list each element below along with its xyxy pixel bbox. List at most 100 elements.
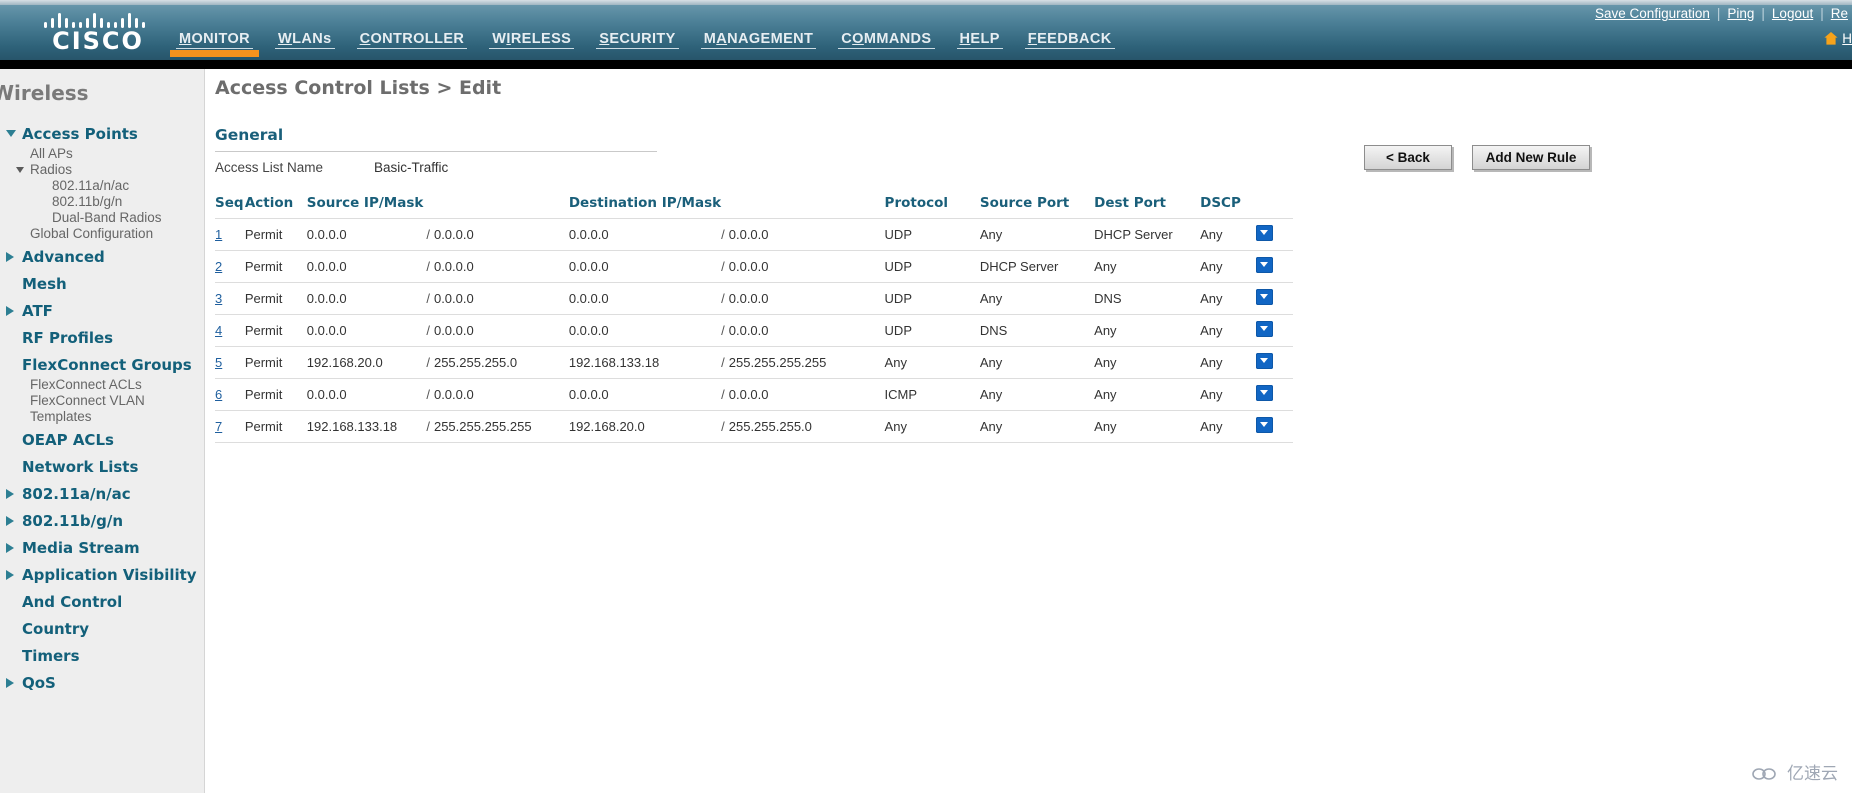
cell-source-mask: /0.0.0.0 — [426, 250, 569, 283]
sidebar-item-atf[interactable]: ATF — [0, 296, 205, 323]
sidebar-item-802-11b-g-n[interactable]: 802.11b/g/n — [0, 194, 205, 210]
sidebar-item-timers[interactable]: Timers — [0, 641, 205, 668]
nav-item-help[interactable]: HELP — [956, 31, 1003, 50]
sidebar-item-access-points[interactable]: Access Points — [0, 119, 205, 146]
cell-source-port: Any — [979, 346, 1095, 379]
chevron-down-icon[interactable] — [1255, 417, 1273, 433]
seq-link[interactable]: 6 — [215, 387, 222, 402]
nav-item-wireless[interactable]: WIRELESS — [489, 31, 575, 50]
main-navigation[interactable]: MONITOR WLANs CONTROLLER WIRELESS SECURITY MA… — [169, 31, 1137, 60]
chevron-down-icon[interactable] — [1255, 385, 1273, 401]
sidebar-item-label: And Control — [22, 593, 123, 611]
nav-item-controller[interactable]: CONTROLLER — [356, 31, 468, 50]
cell-row-menu — [1255, 218, 1293, 251]
top-link-re[interactable]: Re — [1831, 6, 1848, 21]
sidebar-item-radios[interactable]: Radios — [0, 162, 205, 178]
chevron-down-icon[interactable] — [1255, 321, 1273, 337]
top-link-separator: | — [1761, 6, 1765, 21]
cell-action: Permit — [244, 250, 307, 283]
cell-dscp: Any — [1200, 250, 1256, 283]
sidebar-item-label: 802.11b/g/n — [52, 194, 123, 209]
sidebar-item-all-aps[interactable]: All APs — [0, 146, 205, 162]
nav-item-monitor[interactable]: MONITOR — [169, 31, 260, 57]
sidebar-item-rf-profiles[interactable]: RF Profiles — [0, 323, 205, 350]
chevron-down-icon[interactable] — [1255, 225, 1273, 241]
sidebar-item-label: Templates — [30, 409, 92, 424]
sidebar-item-label: Timers — [22, 647, 80, 665]
sidebar-item-country[interactable]: Country — [0, 614, 205, 641]
mask-separator: / — [721, 419, 725, 434]
top-link-save-configuration[interactable]: Save Configuration — [1595, 6, 1710, 21]
section-divider — [215, 151, 657, 152]
sidebar-item-qos[interactable]: QoS — [0, 668, 205, 695]
seq-link[interactable]: 1 — [215, 227, 222, 242]
sidebar-item-802-11a-n-ac[interactable]: 802.11a/n/ac — [0, 479, 205, 506]
table-row: 6 Permit 0.0.0.0/0.0.0.0 0.0.0.0/0.0.0.0 ICM… — [215, 378, 1293, 411]
chevron-down-icon[interactable] — [1255, 353, 1273, 369]
cell-action: Permit — [244, 314, 307, 347]
sidebar-item-802-11a-n-ac[interactable]: 802.11a/n/ac — [0, 178, 205, 194]
cell-protocol: UDP — [884, 250, 980, 283]
top-utility-links[interactable]: Save Configuration | Ping | Logout | Re — [1595, 6, 1848, 21]
home-link[interactable]: H — [1824, 31, 1852, 48]
nav-item-commands[interactable]: COMMANDS — [838, 31, 935, 50]
sidebar-menu[interactable]: Access Points All APs Radios 802.11a/n/ac 80… — [0, 119, 205, 695]
cell-source-mask: /0.0.0.0 — [426, 378, 569, 411]
nav-item-feedback[interactable]: FEEDBACK — [1024, 31, 1115, 50]
cell-protocol: UDP — [884, 282, 980, 315]
seq-link[interactable]: 3 — [215, 291, 222, 306]
cell-source-ip: 0.0.0.0 — [306, 314, 427, 347]
add-new-rule-button[interactable]: Add New Rule — [1472, 145, 1590, 170]
sidebar-item-and-control[interactable]: And Control — [0, 587, 205, 614]
nav-item-security[interactable]: SECURITY — [596, 31, 679, 50]
banner-top-highlight — [0, 0, 1852, 5]
nav-underline — [838, 48, 935, 49]
sidebar-item-application-visibility[interactable]: Application Visibility — [0, 560, 205, 587]
seq-link[interactable]: 5 — [215, 355, 222, 370]
mask-separator: / — [721, 387, 725, 402]
cell-protocol: UDP — [884, 314, 980, 347]
nav-item-management[interactable]: MANAGEMENT — [700, 31, 817, 50]
seq-link[interactable]: 7 — [215, 419, 222, 434]
sidebar-item-802-11b-g-n[interactable]: 802.11b/g/n — [0, 506, 205, 533]
top-link-separator: | — [1820, 6, 1824, 21]
cell-dscp: Any — [1200, 410, 1256, 443]
nav-item-wlans[interactable]: WLANs — [275, 31, 335, 50]
sidebar-item-network-lists[interactable]: Network Lists — [0, 452, 205, 479]
seq-link[interactable]: 4 — [215, 323, 222, 338]
sidebar-item-media-stream[interactable]: Media Stream — [0, 533, 205, 560]
cell-source-ip: 0.0.0.0 — [306, 218, 427, 251]
cell-row-menu — [1255, 410, 1293, 443]
sidebar-item-label: QoS — [22, 674, 56, 692]
cell-seq: 1 — [215, 218, 245, 251]
nav-underline — [596, 48, 679, 49]
table-row: 5 Permit 192.168.20.0/255.255.255.0 192.168… — [215, 346, 1293, 379]
cell-source-port: DHCP Server — [979, 250, 1095, 283]
sidebar-item-flexconnect-vlan[interactable]: FlexConnect VLAN — [0, 393, 205, 409]
cell-row-menu — [1255, 250, 1293, 283]
cell-protocol: ICMP — [884, 378, 980, 411]
top-link-logout[interactable]: Logout — [1772, 6, 1813, 21]
cell-dest-port: Any — [1094, 314, 1201, 347]
back-button[interactable]: < Back — [1364, 145, 1452, 170]
sidebar-item-advanced[interactable]: Advanced — [0, 242, 205, 269]
sidebar-item-dual-band-radios[interactable]: Dual-Band Radios — [0, 210, 205, 226]
chevron-down-icon[interactable] — [1255, 289, 1273, 305]
home-link-label[interactable]: H — [1842, 31, 1852, 46]
sidebar-item-flexconnect-acls[interactable]: FlexConnect ACLs — [0, 377, 205, 393]
sidebar-item-flexconnect-groups[interactable]: FlexConnect Groups — [0, 350, 205, 377]
cisco-logo[interactable]: CISCO — [38, 8, 158, 56]
cell-destination-mask: /255.255.255.255 — [721, 346, 885, 379]
cell-source-port: Any — [979, 218, 1095, 251]
sidebar-item-global-configuration[interactable]: Global Configuration — [0, 226, 205, 242]
column-header-source-port: Source Port — [979, 195, 1070, 211]
sidebar-item-templates[interactable]: Templates — [0, 409, 205, 425]
chevron-down-icon[interactable] — [1255, 257, 1273, 273]
sidebar-item-mesh[interactable]: Mesh — [0, 269, 205, 296]
seq-link[interactable]: 2 — [215, 259, 222, 274]
top-link-ping[interactable]: Ping — [1727, 6, 1754, 21]
sidebar-item-label: Country — [22, 620, 90, 638]
cell-row-menu — [1255, 282, 1293, 315]
nav-underline — [956, 48, 1003, 49]
sidebar-item-oeap-acls[interactable]: OEAP ACLs — [0, 425, 205, 452]
